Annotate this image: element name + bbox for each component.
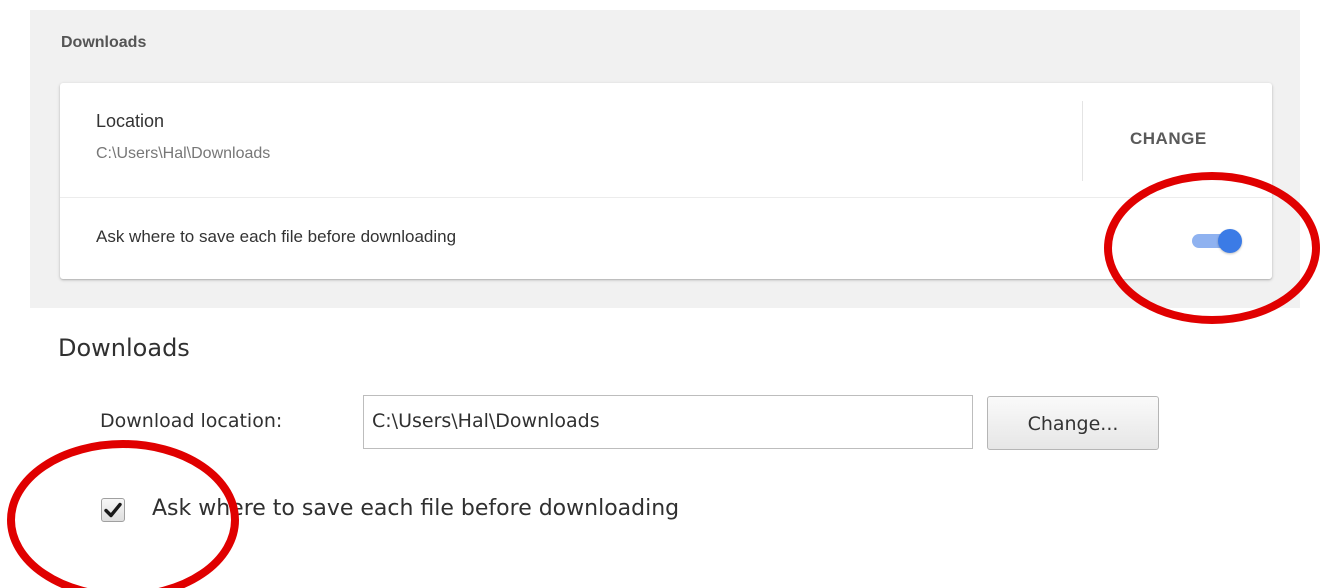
checkmark-icon <box>104 502 122 518</box>
new-settings-panel: Downloads Location C:\Users\Hal\Download… <box>30 10 1300 308</box>
download-location-label: Download location: <box>100 410 283 432</box>
location-row: Location C:\Users\Hal\Downloads CHANGE <box>60 83 1272 198</box>
ask-where-row: Ask where to save each file before downl… <box>60 198 1272 279</box>
ask-where-checkbox[interactable] <box>101 498 125 522</box>
download-location-field[interactable]: C:\Users\Hal\Downloads <box>363 395 973 449</box>
change-button[interactable]: Change... <box>987 396 1159 450</box>
ask-where-label: Ask where to save each file before downl… <box>96 227 457 246</box>
ask-where-toggle[interactable] <box>1190 228 1246 254</box>
toggle-knob <box>1218 229 1242 253</box>
ask-where-checkbox-label: Ask where to save each file before downl… <box>152 496 680 521</box>
location-divider <box>1082 101 1083 181</box>
downloads-card: Location C:\Users\Hal\Downloads CHANGE A… <box>60 83 1272 279</box>
location-path: C:\Users\Hal\Downloads <box>96 145 271 162</box>
change-location-button[interactable]: CHANGE <box>1130 129 1207 149</box>
location-label: Location <box>96 111 165 131</box>
new-section-title: Downloads <box>61 34 147 51</box>
screenshot-stage: Downloads Location C:\Users\Hal\Download… <box>0 0 1324 588</box>
old-section-title: Downloads <box>58 334 190 362</box>
